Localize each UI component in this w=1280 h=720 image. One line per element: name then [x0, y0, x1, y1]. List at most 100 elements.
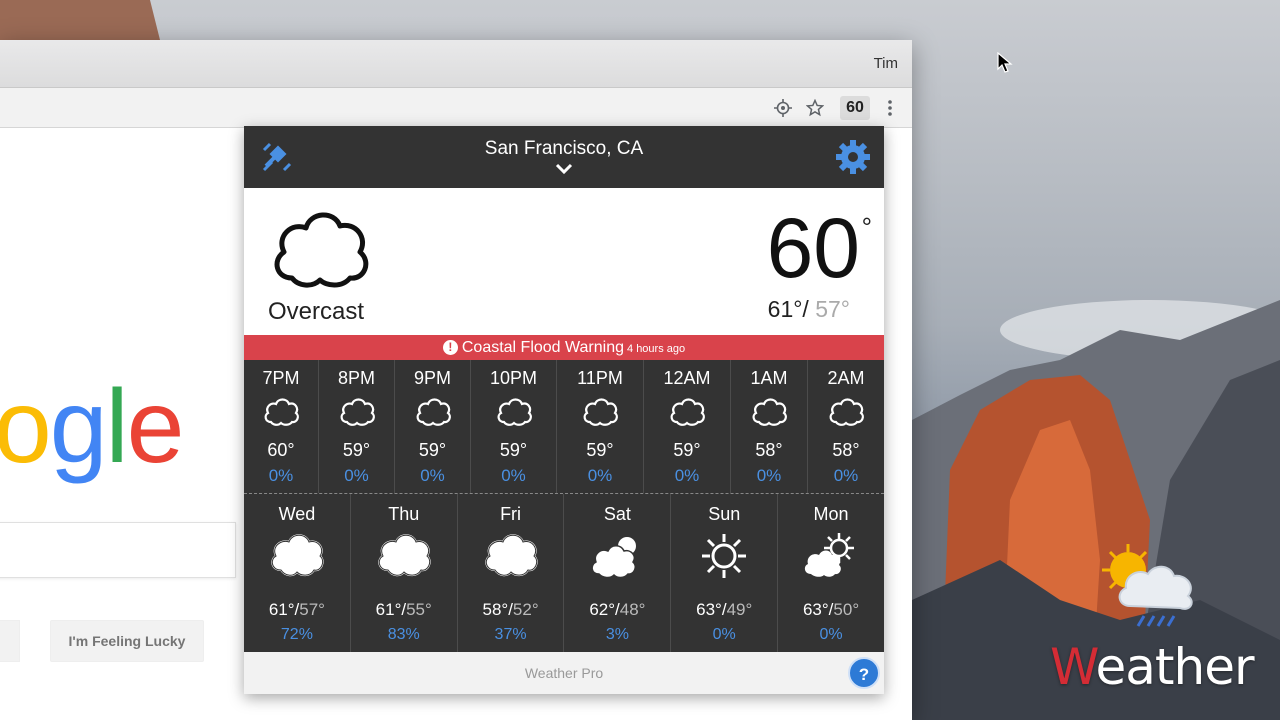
weather-extension-badge[interactable]: 60 — [840, 96, 870, 120]
daily-item[interactable]: Thu 61°/55° 83% — [351, 494, 458, 652]
weather-popup: San Francisco, CA Overcast 60 ° 61°/ 57°… — [244, 126, 884, 694]
chevron-down-icon[interactable] — [555, 162, 573, 176]
cloud-icon — [495, 396, 533, 428]
degree-symbol: ° — [861, 212, 872, 242]
settings-gear-icon[interactable] — [834, 138, 872, 176]
weather-wordmark: Weather — [1050, 638, 1255, 696]
hourly-item[interactable]: 11PM 59° 0% — [557, 360, 644, 493]
hour-temp: 58° — [832, 440, 860, 460]
google-logo: oogle — [0, 368, 185, 487]
logo-letter: l — [105, 369, 129, 485]
day-high-low: 61°/55° — [351, 600, 457, 620]
overcast-cloud-icon — [268, 204, 372, 290]
daily-item[interactable]: Wed 61°/57° 72% — [244, 494, 351, 652]
weather-alert-banner[interactable]: ! Coastal Flood Warning 4 hours ago — [244, 335, 884, 360]
cloud-icon — [481, 530, 541, 582]
browser-toolbar: 60 — [0, 88, 912, 128]
daily-item[interactable]: Sat 62°/48° 3% — [564, 494, 672, 652]
location-title[interactable]: San Francisco, CA — [244, 138, 884, 160]
daily-item[interactable]: Sun 63°/49° 0% — [671, 494, 779, 652]
hourly-item[interactable]: 9PM 59° 0% — [395, 360, 471, 493]
day-high: 63°/ — [696, 600, 727, 619]
daily-item[interactable]: Mon 63°/50° 0% — [778, 494, 884, 652]
sun-icon — [694, 530, 754, 582]
day-low: 49° — [726, 600, 753, 619]
current-condition: Overcast — [268, 298, 365, 325]
partly-cloudy-icon — [587, 530, 647, 582]
hour-precip: 0% — [587, 466, 613, 485]
day-precip: 3% — [605, 626, 629, 643]
hourly-item[interactable]: 8PM 59° 0% — [319, 360, 395, 493]
hourly-item[interactable]: 2AM 58° 0% — [808, 360, 884, 493]
help-button[interactable]: ? — [848, 657, 880, 689]
hour-temp: 59° — [342, 440, 371, 460]
hourly-item[interactable]: 10PM 59° 0% — [471, 360, 557, 493]
logo-letter: o — [0, 369, 52, 485]
day-precip: 0% — [712, 626, 736, 643]
alert-text: Coastal Flood Warning — [461, 339, 625, 356]
wordmark-rest: eather — [1095, 638, 1255, 696]
hour-precip: 0% — [268, 466, 294, 485]
hour-temp: 58° — [755, 440, 783, 460]
hourly-forecast: 7PM 60° 0% 8PM 59° 0% 9PM 59° 0% 10PM 59… — [244, 360, 884, 494]
hour-time: 7PM — [262, 368, 300, 388]
cloud-icon — [374, 530, 434, 582]
day-low: 52° — [512, 600, 539, 619]
day-name: Mon — [813, 504, 849, 524]
day-high: 61°/ — [375, 600, 407, 619]
day-high-low: 63°/49° — [671, 600, 777, 620]
search-input[interactable] — [0, 522, 236, 578]
daily-item[interactable]: Fri 58°/52° 37% — [458, 494, 565, 652]
hour-precip: 0% — [501, 466, 526, 485]
current-high-low: 61°/ 57° — [768, 296, 850, 323]
hour-time: 2AM — [827, 368, 865, 388]
hour-time: 10PM — [489, 368, 538, 388]
logo-letter: g — [49, 369, 108, 485]
day-name: Wed — [278, 504, 316, 524]
cloud-icon — [668, 396, 706, 428]
weather-app-logo: Weather — [1050, 540, 1255, 696]
hour-temp: 59° — [673, 440, 701, 460]
day-high: 58°/ — [482, 600, 513, 619]
hourly-item[interactable]: 12AM 59° 0% — [644, 360, 731, 493]
hour-time: 8PM — [337, 368, 375, 388]
day-precip: 0% — [819, 626, 843, 643]
hour-precip: 0% — [344, 466, 369, 485]
search-button[interactable] — [0, 620, 20, 662]
day-low: 57° — [299, 600, 325, 619]
feeling-lucky-button[interactable]: I'm Feeling Lucky — [50, 620, 204, 662]
daily-forecast: Wed 61°/57° 72% Thu 61°/55° 83% Fri 58°/… — [244, 494, 884, 652]
day-precip: 37% — [494, 626, 527, 643]
day-low: 50° — [833, 600, 860, 619]
current-conditions: Overcast 60 ° 61°/ 57° — [244, 188, 884, 335]
sun-cloud-logo-icon — [1102, 544, 1193, 627]
logo-letter: e — [126, 369, 185, 485]
day-high-low: 63°/50° — [778, 600, 884, 620]
hour-temp: 59° — [499, 440, 528, 460]
current-high: 61°/ — [767, 296, 809, 322]
location-icon[interactable] — [771, 96, 795, 120]
day-high-low: 62°/48° — [564, 600, 670, 620]
day-low: 48° — [619, 600, 646, 619]
day-high-low: 58°/52° — [458, 600, 564, 620]
hour-temp: 59° — [418, 440, 447, 460]
hour-precip: 0% — [756, 466, 782, 485]
cloud-icon — [414, 396, 452, 428]
day-high-low: 61°/57° — [244, 600, 350, 620]
day-high: 61°/ — [268, 600, 300, 619]
cloud-icon — [581, 396, 619, 428]
cloud-icon — [827, 396, 865, 428]
profile-button[interactable]: Tim — [874, 55, 898, 72]
day-high: 62°/ — [589, 600, 620, 619]
day-high: 63°/ — [802, 600, 834, 619]
bookmark-star-icon[interactable] — [803, 96, 827, 120]
kebab-menu-icon[interactable] — [878, 96, 902, 120]
hour-time: 11PM — [577, 368, 623, 388]
hourly-item[interactable]: 7PM 60° 0% — [244, 360, 319, 493]
browser-titlebar: Tim — [0, 40, 912, 88]
hour-precip: 0% — [833, 466, 859, 485]
hourly-item[interactable]: 1AM 58° 0% — [731, 360, 808, 493]
alert-time: 4 hours ago — [627, 343, 686, 355]
brand-name: Weather Pro — [524, 665, 604, 681]
day-name: Sat — [603, 504, 631, 524]
